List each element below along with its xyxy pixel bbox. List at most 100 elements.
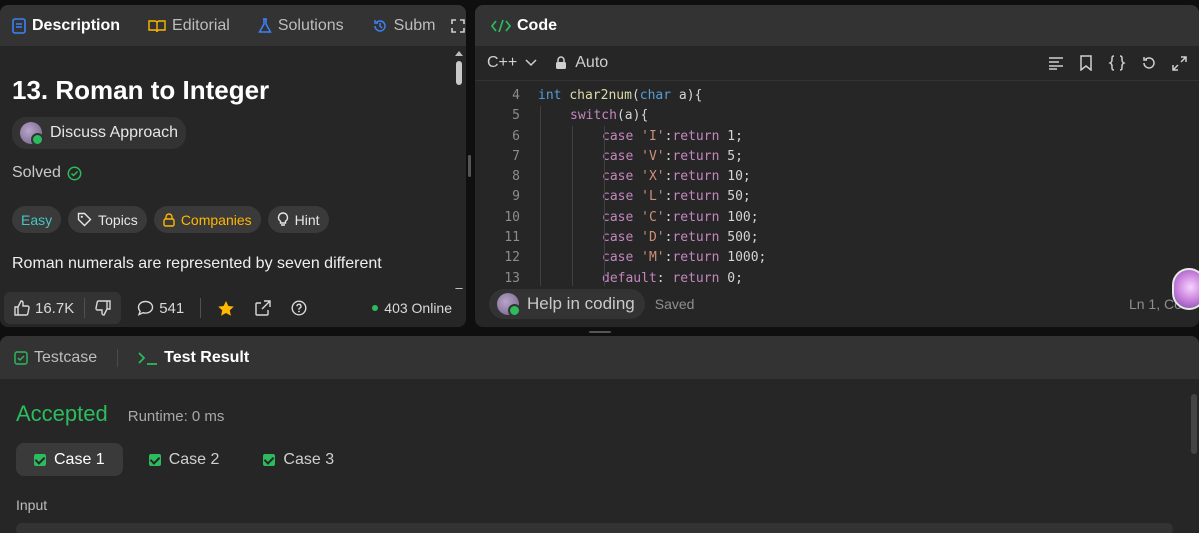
code-text: case 'I':return 1; [602, 128, 743, 144]
code-line: 5 switch(a){ [475, 106, 1199, 126]
code-line: 4 int char2num(char a){ [475, 86, 1199, 106]
case-tab-3[interactable]: Case 3 [245, 443, 352, 476]
hint-tag[interactable]: Hint [267, 206, 329, 233]
online-label: 403 Online [384, 300, 452, 316]
share-button[interactable] [245, 292, 281, 324]
code-text: case 'V':return 5; [602, 148, 743, 164]
bookmark-icon[interactable] [1079, 55, 1093, 71]
tab-description[interactable]: Description [8, 17, 124, 35]
tag-row: Easy Topics Companies Hint [12, 206, 454, 233]
discuss-approach-button[interactable]: Discuss Approach [12, 117, 187, 149]
left-tabbar: Description Editorial Solutions Subm [0, 5, 466, 46]
fullscreen-icon[interactable] [1172, 55, 1187, 71]
description-scrollbar[interactable] [455, 51, 463, 293]
vertical-resize-handle[interactable] [468, 155, 471, 177]
test-tabbar: Testcase Test Result [0, 336, 1199, 379]
difficulty-label: Easy [21, 211, 53, 228]
dislike-button[interactable] [85, 292, 121, 324]
horizontal-resize-handle[interactable] [589, 331, 611, 333]
description-panel: Description Editorial Solutions Subm 13.… [0, 5, 466, 327]
comments-button[interactable]: 541 [127, 292, 194, 324]
tag-icon [77, 212, 92, 227]
tab-testcase-label: Testcase [34, 348, 98, 366]
solved-label: Solved [12, 164, 61, 181]
problem-content: 13. Roman to Integer Discuss Approach So… [0, 46, 466, 286]
input-box[interactable] [16, 523, 1173, 533]
tab-testcase[interactable]: Testcase [10, 349, 101, 367]
tab-divider [117, 348, 119, 367]
tab-code[interactable]: Code [487, 17, 561, 35]
action-divider [200, 298, 202, 318]
online-count: 403 Online [372, 300, 462, 316]
expand-icon[interactable] [451, 18, 466, 33]
solved-status: Solved [12, 164, 454, 182]
case-tab-1[interactable]: Case 1 [16, 443, 123, 476]
tab-test-result-label: Test Result [164, 348, 250, 366]
companies-tag[interactable]: Companies [153, 206, 261, 233]
code-panel: Code C++ Auto 4 int char2num(char a){5 swi… [475, 5, 1199, 327]
line-number: 11 [504, 230, 520, 246]
tab-code-label: Code [517, 16, 557, 34]
case-tabs: Case 1 Case 2 Case 3 [0, 443, 1199, 476]
like-count: 16.7K [35, 299, 75, 317]
line-number: 9 [512, 189, 520, 205]
code-line: 8 case 'X':return 10; [475, 167, 1199, 187]
line-number: 8 [512, 169, 520, 185]
tab-description-label: Description [32, 16, 121, 34]
code-line: 10 case 'C':return 100; [475, 208, 1199, 228]
question-circle-icon [291, 300, 307, 316]
accepted-status: Accepted [16, 401, 108, 426]
history-icon [372, 18, 388, 34]
auto-mode[interactable]: Auto [555, 54, 608, 72]
code-icon [491, 19, 511, 33]
favorite-button[interactable] [207, 292, 245, 324]
problem-action-bar: 16.7K 541 403 Online [0, 289, 466, 327]
assistant-float-icon[interactable] [1172, 268, 1199, 310]
tab-editorial-label: Editorial [172, 16, 230, 34]
language-select[interactable]: C++ [487, 54, 537, 72]
tab-editorial[interactable]: Editorial [144, 17, 234, 35]
reset-icon[interactable] [1141, 55, 1157, 71]
topics-tag[interactable]: Topics [68, 206, 147, 233]
help-button[interactable] [281, 292, 317, 324]
tab-solutions[interactable]: Solutions [254, 17, 348, 35]
thumbs-down-icon [95, 300, 111, 316]
code-lines: 4 int char2num(char a){5 switch(a){6 case '… [475, 86, 1199, 289]
external-link-icon [255, 300, 271, 316]
code-editor[interactable]: 4 int char2num(char a){5 switch(a){6 case '… [475, 86, 1199, 286]
comment-count: 541 [159, 299, 185, 317]
lock-icon [555, 56, 567, 70]
like-button[interactable]: 16.7K [4, 292, 84, 324]
indent-guide [540, 106, 541, 286]
tab-submissions[interactable]: Subm [368, 17, 440, 35]
case-tab-2[interactable]: Case 2 [131, 443, 238, 476]
difficulty-tag[interactable]: Easy [12, 206, 62, 233]
case-label: Case 3 [283, 450, 335, 468]
help-in-coding-button[interactable]: Help in coding [489, 289, 645, 319]
line-number: 4 [512, 88, 520, 103]
saved-status: Saved [654, 296, 695, 312]
indent-guide [604, 126, 605, 286]
code-line: 12 case 'M':return 1000; [475, 248, 1199, 268]
lock-icon [163, 212, 175, 227]
lightbulb-icon [277, 212, 289, 227]
scrollbar-thumb[interactable] [456, 61, 462, 85]
comment-icon [137, 300, 154, 316]
result-scrollbar[interactable] [1191, 394, 1197, 454]
braces-icon[interactable] [1108, 55, 1126, 71]
code-text: case 'M':return 1000; [602, 250, 767, 266]
indent-guide [572, 126, 573, 286]
flask-icon [258, 17, 272, 34]
case-label: Case 1 [54, 450, 105, 468]
language-label: C++ [487, 54, 518, 71]
terminal-icon [138, 351, 158, 365]
line-number: 10 [504, 209, 520, 225]
format-icon[interactable] [1048, 56, 1064, 70]
code-line: 7 case 'V':return 5; [475, 147, 1199, 167]
hint-label: Hint [294, 211, 320, 228]
case-label: Case 2 [168, 450, 220, 468]
check-circle-icon [67, 166, 82, 181]
book-icon [148, 19, 166, 33]
tab-test-result[interactable]: Test Result [134, 349, 253, 367]
code-text: case 'C':return 100; [602, 209, 759, 225]
